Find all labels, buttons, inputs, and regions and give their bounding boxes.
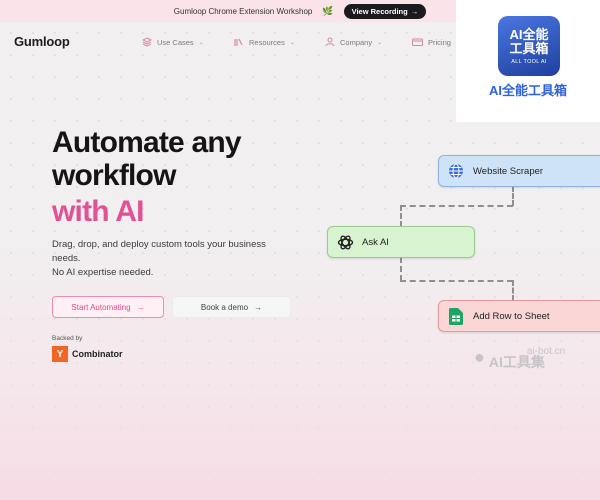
- nav-company[interactable]: Company ⌄: [325, 37, 382, 47]
- view-recording-label: View Recording: [351, 6, 408, 16]
- chevron-down-icon: ⌄: [198, 39, 204, 46]
- connector-line: [512, 186, 514, 206]
- openai-icon: [336, 233, 354, 251]
- nav-resources[interactable]: Resources ⌄: [234, 37, 295, 47]
- arrow-right-icon: →: [254, 302, 263, 312]
- hero-line-2: workflow: [52, 159, 176, 192]
- subtitle-line-3: No AI expertise needed.: [52, 267, 154, 278]
- hero-subtitle: Drag, drop, and deploy custom tools your…: [52, 238, 302, 280]
- hero-line-3: with AI: [52, 195, 144, 228]
- connector-line: [400, 280, 513, 282]
- view-recording-button[interactable]: View Recording →: [343, 3, 427, 19]
- connector-line: [512, 280, 514, 301]
- subtitle-line-2: needs.: [52, 253, 81, 264]
- sheets-icon: [447, 307, 465, 325]
- watermark: ● ai-bot.cn AI工具集: [474, 346, 565, 370]
- backed-by-label: Backed by: [52, 335, 83, 342]
- connector-line: [400, 257, 402, 281]
- start-automating-button[interactable]: Start Automating →: [52, 296, 164, 318]
- watermark-line-2: AI工具集: [488, 354, 545, 370]
- nav-label: Resources: [249, 37, 285, 47]
- subtitle-line-1: Drag, drop, and deploy custom tools your…: [52, 239, 266, 250]
- book-demo-label: Book a demo: [200, 302, 249, 312]
- chevron-down-icon: ⌄: [289, 39, 295, 46]
- node-label: Ask AI: [362, 236, 389, 248]
- nav-label: Use Cases: [157, 37, 194, 47]
- arrow-right-icon: →: [136, 302, 145, 312]
- hero-title: Automate any workflow with AI: [52, 126, 242, 228]
- arrow-right-icon: →: [410, 6, 419, 16]
- hero-line-1: Automate any: [52, 126, 242, 159]
- workflow-node-ask-ai[interactable]: Ask AI: [327, 226, 475, 258]
- start-automating-label: Start Automating: [71, 302, 131, 312]
- y-combinator-name: Combinator: [72, 349, 123, 359]
- node-label: Website Scraper: [473, 165, 544, 177]
- badge-line-2: 工具箱: [509, 40, 549, 56]
- badge-line-1: AI全能: [509, 26, 549, 42]
- nav-label: Company: [340, 37, 373, 47]
- gumloop-logo[interactable]: Gumloop: [14, 34, 70, 49]
- chevron-down-icon: ⌄: [377, 39, 383, 46]
- globe-icon: [447, 162, 465, 180]
- y-combinator-logo[interactable]: Y Combinator: [52, 346, 123, 362]
- leaf-emoji: 🌿: [322, 5, 334, 16]
- badge-caption: AI全能工具箱: [488, 83, 567, 98]
- nav-use-cases[interactable]: Use Cases ⌄: [142, 37, 204, 47]
- user-icon: [325, 37, 335, 47]
- nav-label: Pricing: [428, 37, 451, 47]
- ai-tool-logo: AI全能 工具箱 ALL TOOL AI: [498, 16, 560, 76]
- book-demo-button[interactable]: Book a demo →: [172, 296, 291, 318]
- workflow-node-website-scraper[interactable]: Website Scraper: [438, 155, 600, 187]
- node-label: Add Row to Sheet: [473, 310, 550, 322]
- nav-pricing[interactable]: Pricing: [412, 37, 451, 47]
- card-icon: [412, 38, 423, 46]
- paw-icon: ●: [474, 346, 485, 367]
- book-icon: [234, 38, 243, 46]
- badge-small-text: ALL TOOL AI: [511, 58, 547, 65]
- workflow-node-add-row[interactable]: Add Row to Sheet: [438, 300, 600, 332]
- connector-line: [400, 205, 402, 227]
- y-combinator-icon: Y: [52, 346, 68, 362]
- announcement-text: Gumloop Chrome Extension Workshop: [173, 6, 313, 16]
- connector-line: [400, 205, 513, 207]
- layers-icon: [142, 37, 152, 47]
